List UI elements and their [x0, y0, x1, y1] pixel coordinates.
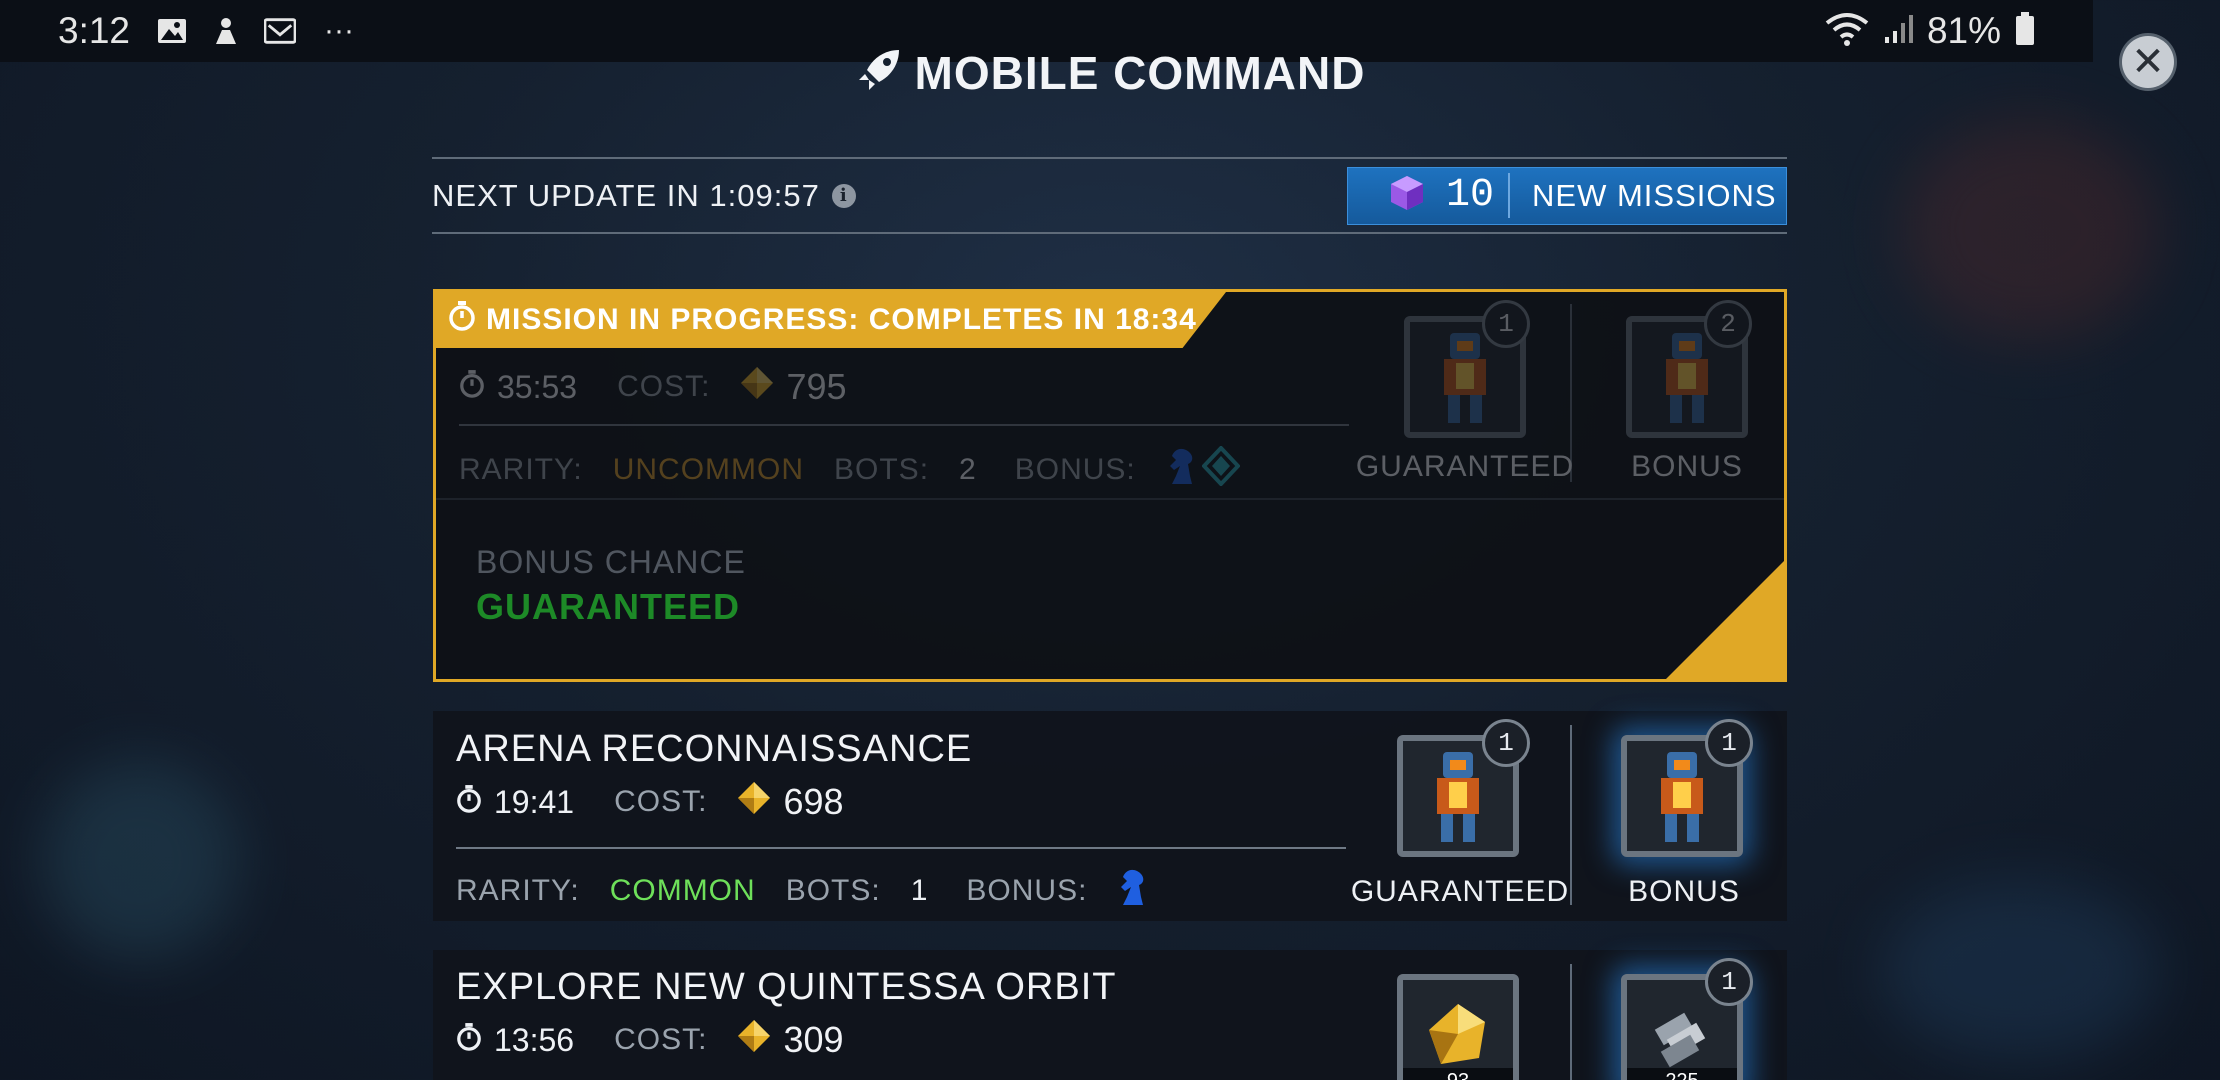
- background-blur: [1880, 880, 2160, 1060]
- info-icon[interactable]: i: [831, 183, 856, 208]
- bots-value: 1: [910, 874, 929, 907]
- energon-icon: [737, 781, 771, 823]
- more-notifications-icon: ···: [324, 14, 354, 47]
- signal-icon: [1883, 13, 1913, 50]
- cost-label: COST:: [614, 1023, 708, 1056]
- next-update-text: NEXT UPDATE IN 1:09:57: [432, 177, 820, 213]
- cost-label: COST:: [614, 785, 708, 818]
- cost-label: COST:: [617, 370, 711, 403]
- bonus-count-badge: 1: [1705, 958, 1753, 1006]
- bonus-amount: 225: [1627, 1068, 1737, 1080]
- knight-icon: [1117, 867, 1149, 915]
- mission-card[interactable]: EXPLORE NEW QUINTESSA ORBIT 13:56 COST: …: [433, 950, 1787, 1080]
- stopwatch-icon: [448, 301, 476, 339]
- bonus-chance-label: BONUS CHANCE: [476, 544, 746, 580]
- bonus-slot-label: BONUS: [1628, 875, 1740, 908]
- background-blur: [40, 760, 240, 960]
- guaranteed-amount: 93: [1403, 1068, 1513, 1080]
- mission-card[interactable]: ARENA RECONNAISSANCE 19:41 COST: 698 RAR…: [433, 711, 1787, 921]
- new-missions-button[interactable]: 10 NEW MISSIONS: [1347, 166, 1787, 225]
- knight-icon: [1166, 446, 1198, 494]
- rarity-label: RARITY:: [456, 874, 580, 907]
- new-missions-label: NEW MISSIONS: [1532, 177, 1777, 213]
- mail-icon: [264, 15, 297, 47]
- progress-corner-marker: [1666, 561, 1784, 679]
- rocket-icon: [855, 48, 901, 99]
- mission-duration: 19:41: [494, 783, 575, 820]
- mission-cost: 698: [783, 781, 844, 822]
- battery-icon: [2015, 11, 2035, 51]
- stopwatch-icon: [459, 369, 485, 406]
- stopwatch-icon: [456, 784, 482, 821]
- mission-cost: 795: [786, 366, 847, 407]
- energon-icon: [740, 366, 774, 408]
- mission-cost: 309: [783, 1019, 844, 1060]
- bonus-label: BONUS:: [966, 874, 1088, 907]
- mission-duration: 35:53: [497, 368, 578, 405]
- guaranteed-label: GUARANTEED: [1350, 875, 1570, 908]
- mission-title: EXPLORE NEW QUINTESSA ORBIT: [456, 966, 1117, 1008]
- guaranteed-count-badge: 1: [1482, 300, 1530, 348]
- gallery-icon: [156, 15, 188, 47]
- title-text: MOBILE COMMAND: [914, 47, 1366, 99]
- bonus-slot-label: BONUS: [1631, 450, 1743, 483]
- rarity-value: COMMON: [609, 874, 756, 907]
- rarity-label: RARITY:: [459, 453, 583, 486]
- bots-label: BOTS:: [785, 874, 881, 907]
- bonus-chance-value: GUARANTEED: [476, 586, 741, 627]
- page-title: MOBILE COMMAND: [0, 46, 2220, 100]
- mission-title: ARENA RECONNAISSANCE: [456, 728, 973, 770]
- game-notification-icon: [210, 15, 242, 47]
- guaranteed-label: GUARANTEED: [1355, 450, 1575, 483]
- mission-duration: 13:56: [494, 1021, 575, 1058]
- new-missions-count: 10: [1446, 173, 1511, 218]
- autobot-icon: [1200, 445, 1241, 494]
- update-bar: NEXT UPDATE IN 1:09:57 i 10 NEW MISSIONS: [432, 157, 1787, 234]
- bonus-count-badge: 2: [1704, 300, 1752, 348]
- guaranteed-count-badge: 1: [1482, 719, 1530, 767]
- rarity-value: UNCOMMON: [612, 453, 805, 486]
- banner-text: MISSION IN PROGRESS: COMPLETES IN 18:34: [486, 303, 1197, 336]
- guaranteed-reward-slot[interactable]: 93: [1397, 974, 1519, 1080]
- mission-progress-banner: MISSION IN PROGRESS: COMPLETES IN 18:34: [436, 292, 1226, 348]
- background-blur: [1900, 120, 2160, 340]
- bots-value: 2: [959, 453, 977, 486]
- bots-label: BOTS:: [834, 453, 930, 486]
- cube-icon: [1390, 175, 1424, 216]
- energon-icon: [737, 1019, 771, 1061]
- bonus-count-badge: 1: [1705, 719, 1753, 767]
- stopwatch-icon: [456, 1022, 482, 1059]
- bonus-label: BONUS:: [1014, 453, 1136, 486]
- active-mission-card[interactable]: MISSION IN PROGRESS: COMPLETES IN 18:34 …: [433, 289, 1787, 682]
